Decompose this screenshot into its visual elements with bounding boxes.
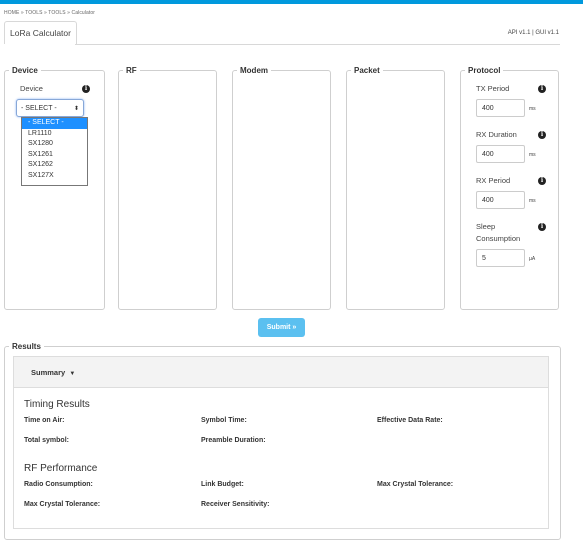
- caret-down-icon: ▼: [69, 371, 76, 377]
- packet-legend: Packet: [354, 66, 380, 75]
- max-crystal-tolerance-label-2: Max Crystal Tolerance:: [24, 501, 101, 508]
- rx-period-label: RX Period: [476, 176, 511, 185]
- summary-text: Summary: [31, 368, 66, 377]
- total-symbol-label: Total symbol:: [24, 437, 69, 444]
- device-option[interactable]: LR1110: [22, 129, 87, 140]
- submit-button[interactable]: Submit »: [258, 318, 305, 337]
- results-legend: Results: [12, 342, 41, 351]
- rx-duration-label: RX Duration: [476, 130, 517, 139]
- updown-icon: ⬍: [73, 106, 79, 112]
- packet-fieldset: Packet: [346, 66, 445, 310]
- effective-data-rate-label: Effective Data Rate:: [377, 417, 443, 424]
- protocol-legend: Protocol: [468, 66, 501, 75]
- version-info: API v1.1 | GUI v1.1: [507, 30, 559, 36]
- tx-period-label: TX Period: [476, 84, 510, 93]
- rx-duration-input[interactable]: 400: [476, 145, 525, 163]
- receiver-sensitivity-label: Receiver Sensitivity:: [201, 501, 270, 508]
- rx-duration-unit: ms: [529, 152, 536, 158]
- symbol-time-label: Symbol Time:: [201, 417, 247, 424]
- tx-period-input[interactable]: 400: [476, 99, 525, 117]
- preamble-duration-label: Preamble Duration:: [201, 437, 266, 444]
- consumption-label: Consumption: [476, 234, 521, 243]
- device-option[interactable]: SX1261: [22, 150, 87, 161]
- top-accent-bar: [0, 0, 583, 4]
- sleep-consumption-input[interactable]: 5: [476, 249, 525, 267]
- time-on-air-label: Time on Air:: [24, 417, 65, 424]
- tab-lora-calculator[interactable]: LoRa Calculator: [4, 21, 77, 44]
- info-icon[interactable]: i: [538, 223, 546, 231]
- modem-legend: Modem: [240, 66, 268, 75]
- device-dropdown-list: - SELECT - LR1110 SX1280 SX1261 SX1262 S…: [21, 117, 88, 186]
- device-option[interactable]: - SELECT -: [22, 118, 87, 129]
- max-crystal-tolerance-label: Max Crystal Tolerance:: [377, 481, 454, 488]
- device-legend: Device: [12, 66, 38, 75]
- sleep-consumption-unit: µA: [529, 256, 536, 262]
- breadcrumb[interactable]: HOME » TOOLS » TOOLS » Calculator: [4, 10, 95, 16]
- tab-underline: [75, 44, 560, 45]
- modem-fieldset: Modem: [232, 66, 331, 310]
- rf-performance-title: RF Performance: [24, 463, 98, 474]
- info-icon[interactable]: i: [538, 177, 546, 185]
- tx-period-unit: ms: [529, 106, 536, 112]
- info-icon[interactable]: i: [538, 85, 546, 93]
- rx-period-unit: ms: [529, 198, 536, 204]
- sleep-label: Sleep: [476, 222, 496, 231]
- radio-consumption-label: Radio Consumption:: [24, 481, 93, 488]
- link-budget-label: Link Budget:: [201, 481, 244, 488]
- device-option[interactable]: SX1280: [22, 139, 87, 150]
- device-select-value: - SELECT -: [21, 105, 57, 112]
- timing-results-title: Timing Results: [24, 399, 90, 410]
- rf-fieldset: RF: [118, 66, 217, 310]
- device-label: Device: [20, 84, 43, 93]
- info-icon[interactable]: i: [82, 85, 90, 93]
- summary-label: Summary ▼: [31, 368, 75, 377]
- device-option[interactable]: SX1262: [22, 160, 87, 171]
- rx-period-input[interactable]: 400: [476, 191, 525, 209]
- device-option[interactable]: SX127X: [22, 171, 87, 182]
- rf-legend: RF: [126, 66, 137, 75]
- info-icon[interactable]: i: [538, 131, 546, 139]
- summary-dropdown[interactable]: Summary ▼: [13, 356, 549, 388]
- device-select[interactable]: - SELECT - ⬍: [16, 99, 84, 117]
